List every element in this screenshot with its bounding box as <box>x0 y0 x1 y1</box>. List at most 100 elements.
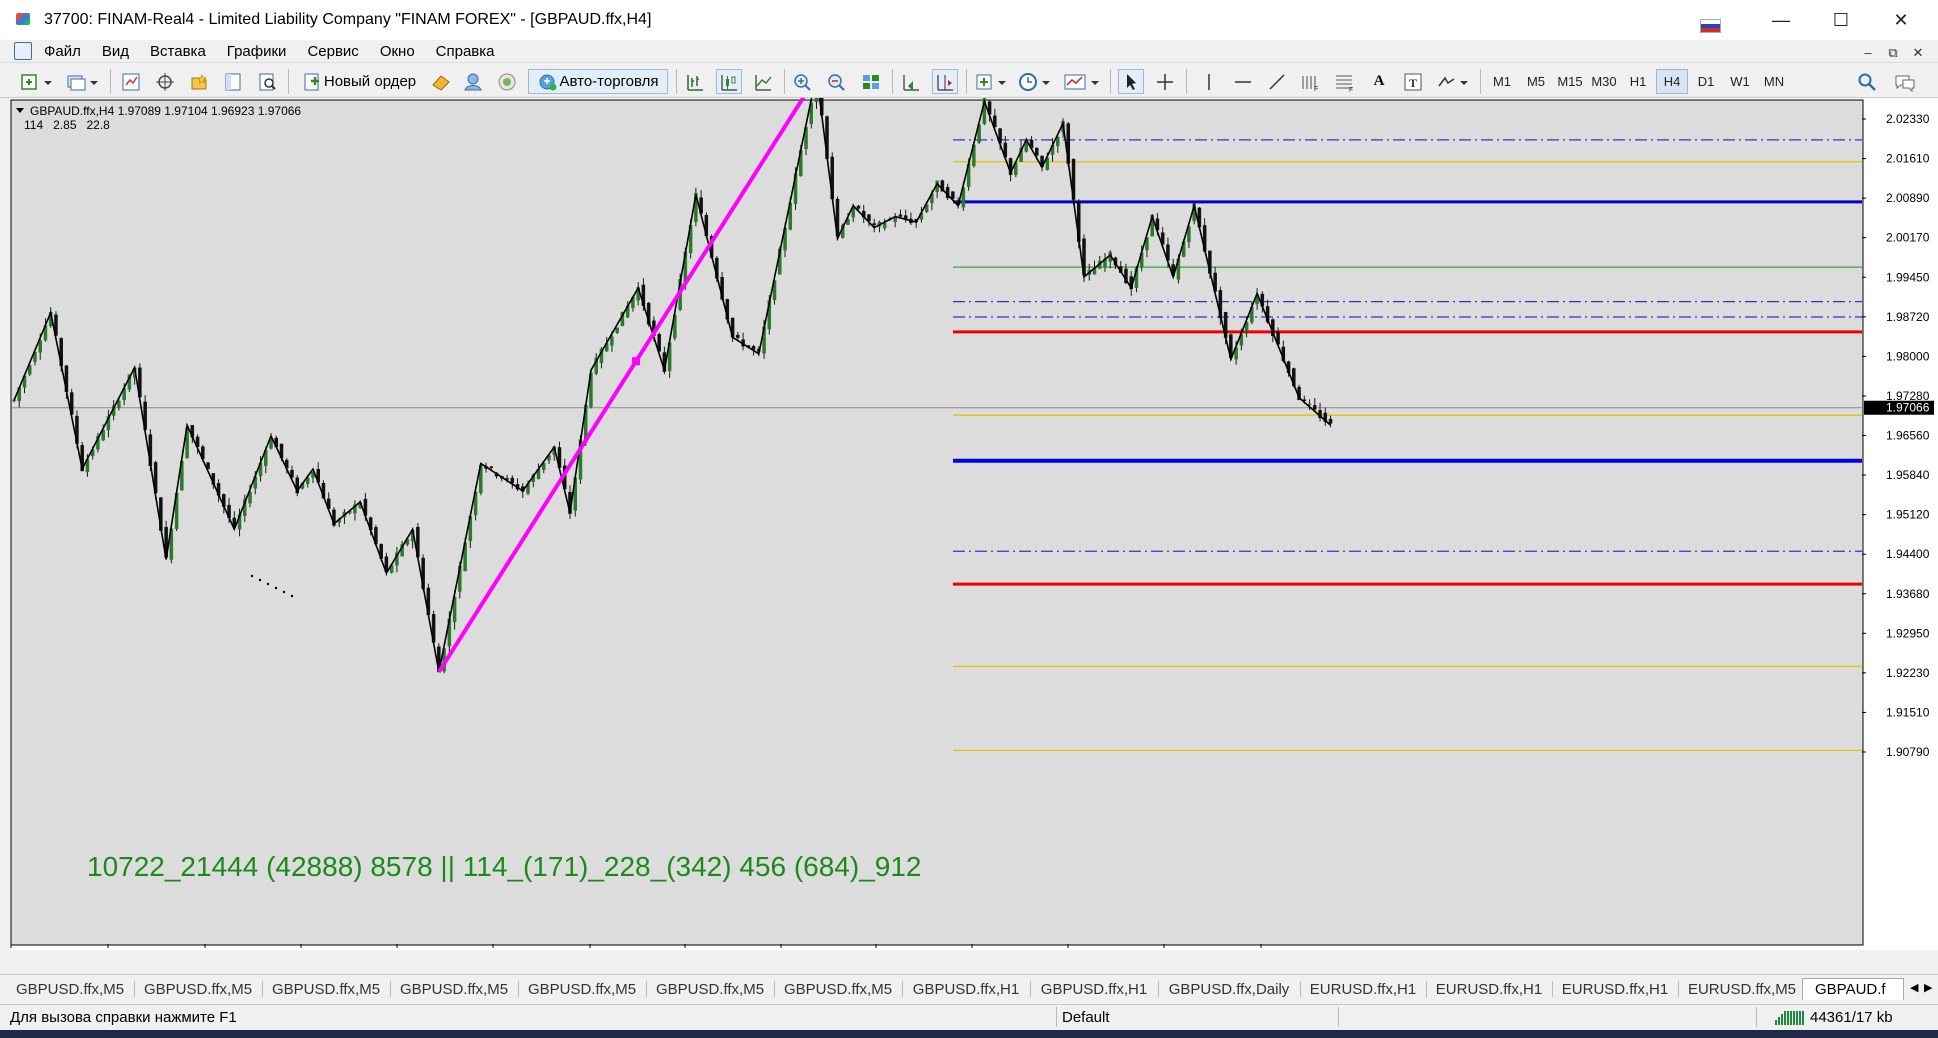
zoom-out-icon[interactable] <box>824 69 850 94</box>
menu-bar: Файл Вид Вставка Графики Сервис Окно Спр… <box>0 40 1938 62</box>
chart-shift-icon[interactable] <box>932 69 958 94</box>
chart-window[interactable]: 2.02330 2.01610 2.00890 2.00170 1.99450 1.987… <box>10 98 1938 950</box>
tab-scroll-right-icon[interactable]: ▶ <box>1924 981 1932 994</box>
chart-tab[interactable]: EURUSD.ffx,H1 <box>1304 978 1422 1000</box>
arrows-icon[interactable] <box>1434 69 1472 94</box>
timeframe-m1[interactable]: M1 <box>1486 69 1518 94</box>
price-tick-label: 1.93680 <box>1886 587 1930 601</box>
time-tick-label: 10 Dec 12:00 <box>781 949 853 950</box>
auto-trading-button[interactable]: Авто-торговля <box>528 69 668 94</box>
cursor-icon[interactable] <box>1118 69 1144 94</box>
chart-tab[interactable]: EURUSD.ffx,M5 <box>1682 978 1802 1000</box>
text-icon[interactable]: A <box>1366 69 1392 94</box>
text-label-icon[interactable]: T <box>1400 69 1426 94</box>
menu-view[interactable]: Вид <box>102 43 129 60</box>
price-tick-label: 1.95120 <box>1886 508 1930 522</box>
crosshair-navigator-icon[interactable] <box>152 69 178 94</box>
tile-windows-icon[interactable] <box>858 69 884 94</box>
profile-name: Default <box>1062 1009 1110 1026</box>
line-chart-icon[interactable] <box>750 69 776 94</box>
price-tick-label: 1.98000 <box>1886 349 1930 363</box>
chart-tab[interactable]: EURUSD.ffx,H1 <box>1430 978 1548 1000</box>
candle-body <box>510 477 515 484</box>
chart-tab[interactable]: GBPUSD.ffx,M5 <box>650 978 770 1000</box>
trendline-icon[interactable] <box>1264 69 1290 94</box>
menu-help[interactable]: Справка <box>436 43 495 60</box>
crosshair-icon[interactable] <box>1152 69 1178 94</box>
auto-scroll-icon[interactable] <box>898 69 924 94</box>
maximize-button[interactable]: ☐ <box>1812 0 1870 40</box>
templates-icon[interactable] <box>1060 69 1104 94</box>
dotted-marker <box>274 586 278 590</box>
chat-icon[interactable] <box>1892 69 1918 94</box>
price-tick-label: 1.92950 <box>1886 626 1930 640</box>
language-flag-icon[interactable] <box>1700 19 1721 33</box>
child-restore-button[interactable]: ⧉ <box>1882 44 1904 62</box>
menu-file[interactable]: Файл <box>44 43 81 60</box>
signals-icon[interactable] <box>494 69 520 94</box>
chart-annotation: 10722_21444 (42888) 8578 || 114_(171)_22… <box>87 851 922 882</box>
terminal-icon[interactable] <box>220 69 246 94</box>
time-tick-label: 13 Nov 04:00 <box>301 949 373 950</box>
new-order-button[interactable]: Новый ордер <box>296 69 422 94</box>
market-watch-icon[interactable] <box>118 69 144 94</box>
menu-tools[interactable]: Сервис <box>307 43 358 60</box>
chart-tab[interactable]: GBPUSD.ffx,Daily <box>1162 978 1296 1000</box>
help-hint: Для вызова справки нажмите F1 <box>10 1009 237 1026</box>
chart-tab[interactable]: GBPUSD.ffx,H1 <box>906 978 1026 1000</box>
price-chart[interactable]: 2.02330 2.01610 2.00890 2.00170 1.99450 1.987… <box>10 98 1938 950</box>
new-chart-icon[interactable] <box>18 69 56 94</box>
time-tick-label: 16 Dec 08:00 <box>876 949 948 950</box>
document-icon[interactable] <box>14 42 32 60</box>
strategy-tester-icon[interactable] <box>254 69 280 94</box>
profiles-icon[interactable] <box>64 69 102 94</box>
horizontal-line-icon[interactable] <box>1230 69 1256 94</box>
metaeditor-icon[interactable] <box>428 69 454 94</box>
svg-text:T: T <box>1409 76 1417 90</box>
market-icon[interactable] <box>460 69 486 94</box>
chart-tab[interactable]: GBPUSD.ffx,M5 <box>778 978 898 1000</box>
price-tick-label: 1.96560 <box>1886 429 1930 443</box>
chart-tab[interactable]: EURUSD.ffx,H1 <box>1556 978 1674 1000</box>
child-close-button[interactable]: ✕ <box>1907 44 1929 62</box>
close-button[interactable]: ✕ <box>1872 0 1930 40</box>
bar-chart-icon[interactable] <box>682 69 708 94</box>
indicators-icon[interactable] <box>972 69 1010 94</box>
zoom-in-icon[interactable] <box>790 69 816 94</box>
timeframe-w1[interactable]: W1 <box>1724 69 1756 94</box>
search-icon[interactable] <box>1854 69 1880 94</box>
tab-scroll-left-icon[interactable]: ◀ <box>1910 981 1918 994</box>
fibonacci-icon[interactable]: F <box>1332 69 1358 94</box>
timeframe-mn[interactable]: MN <box>1758 69 1790 94</box>
favorites-icon[interactable] <box>186 69 212 94</box>
chart-tab[interactable]: GBPUSD.ffx,M5 <box>138 978 258 1000</box>
menu-insert[interactable]: Вставка <box>150 43 206 60</box>
timeframe-d1[interactable]: D1 <box>1690 69 1722 94</box>
timeframe-h1[interactable]: H1 <box>1622 69 1654 94</box>
menu-charts[interactable]: Графики <box>227 43 287 60</box>
vertical-line-icon[interactable] <box>1196 69 1222 94</box>
time-tick-label: 7 Nov 04:00 <box>205 949 270 950</box>
trendline-handle[interactable] <box>632 357 641 366</box>
time-tick-label: 23 Nov 00:00 <box>493 949 565 950</box>
timeframe-m5[interactable]: M5 <box>1520 69 1552 94</box>
time-tick-label: 3 Jan 08:00 <box>1164 949 1227 950</box>
chart-tab[interactable]: GBPUSD.ffx,M5 <box>394 978 514 1000</box>
timeframe-h4[interactable]: H4 <box>1656 69 1688 94</box>
equidistant-channel-icon[interactable]: F <box>1298 69 1324 94</box>
dotted-marker <box>282 590 286 594</box>
chart-tab[interactable]: GBPUSD.ffx,M5 <box>522 978 642 1000</box>
timeframe-m30[interactable]: M30 <box>1588 69 1620 94</box>
candlestick-chart-icon[interactable] <box>716 69 742 94</box>
periods-icon[interactable] <box>1016 69 1054 94</box>
chart-tab[interactable]: GBPUSD.ffx,M5 <box>10 978 130 1000</box>
candle-body <box>1035 147 1039 156</box>
child-minimize-button[interactable]: – <box>1857 44 1879 62</box>
chart-tab[interactable]: GBPUSD.ffx,H1 <box>1034 978 1154 1000</box>
menu-window[interactable]: Окно <box>380 43 415 60</box>
app-icon <box>14 10 34 30</box>
timeframe-m15[interactable]: M15 <box>1554 69 1586 94</box>
chart-tab-active[interactable]: GBPAUD.f <box>1802 978 1904 1000</box>
chart-tab[interactable]: GBPUSD.ffx,M5 <box>266 978 386 1000</box>
minimize-button[interactable]: — <box>1752 0 1810 40</box>
